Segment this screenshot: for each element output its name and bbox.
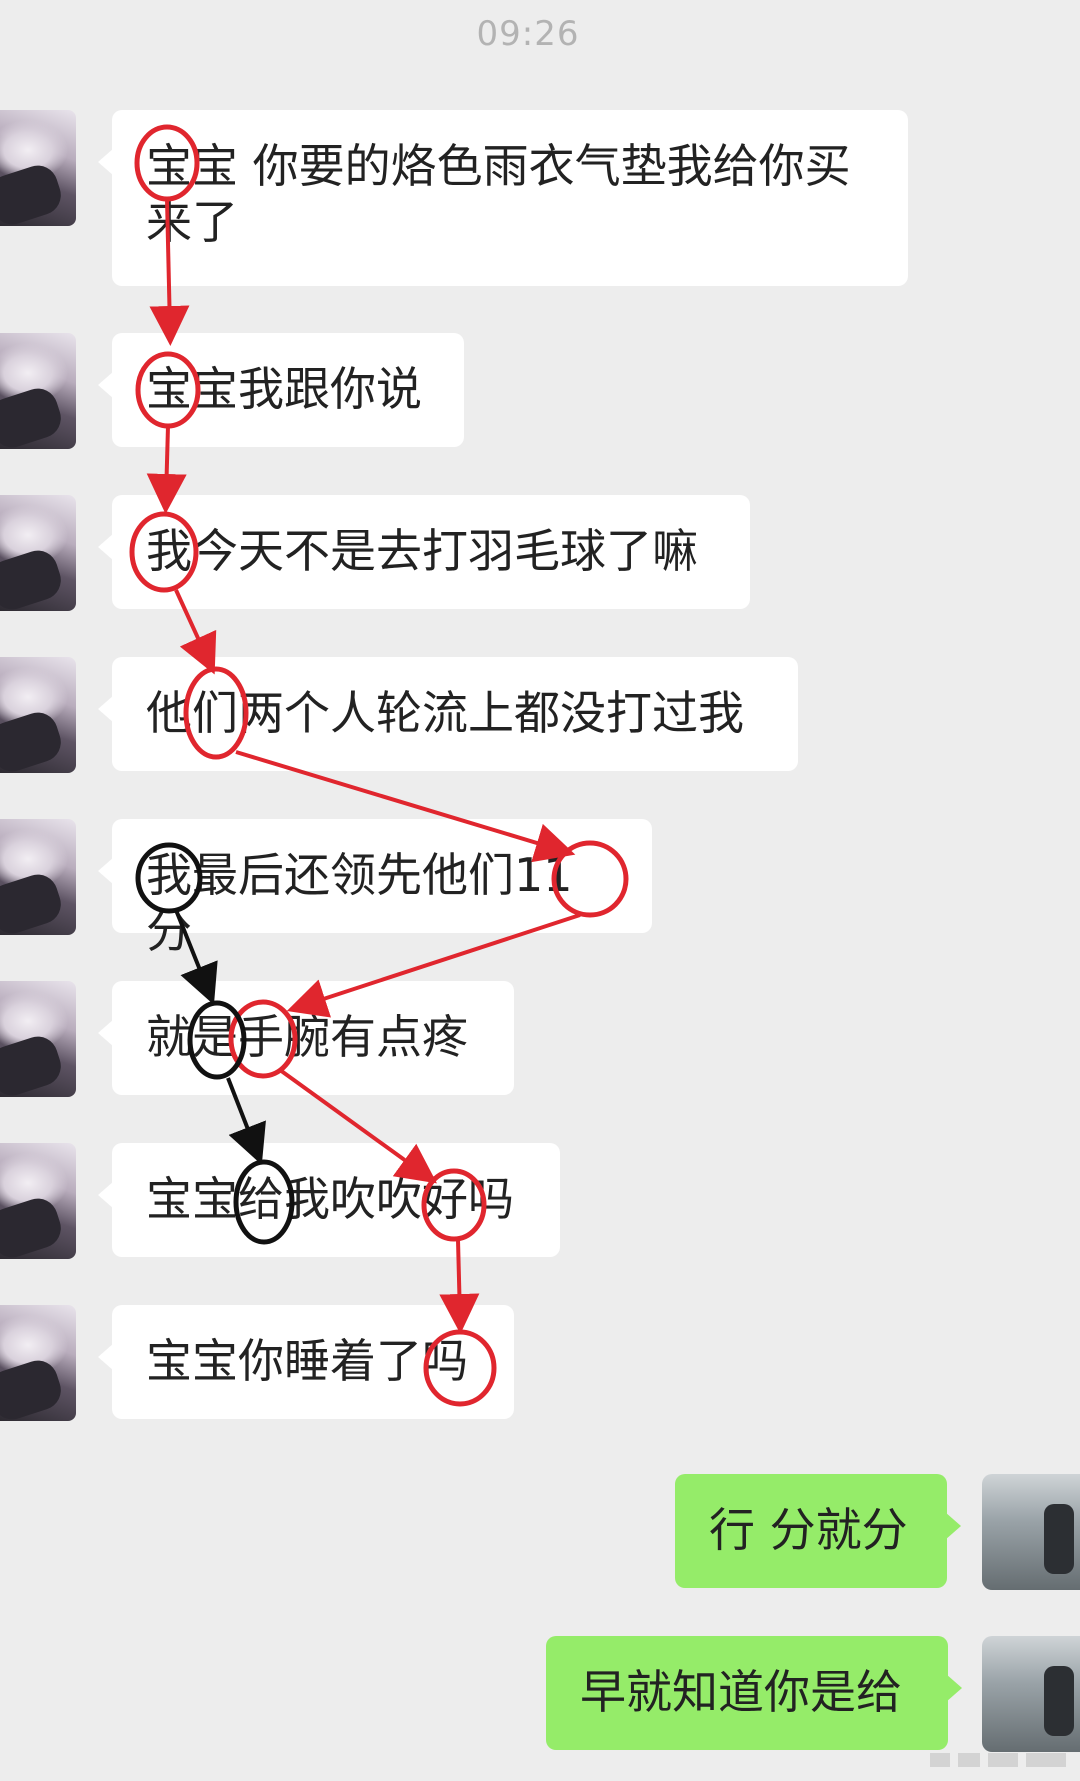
watermark-logo bbox=[930, 1753, 1066, 1767]
received-message-bubble[interactable]: 我今天不是去打羽毛球了嘛 bbox=[98, 495, 750, 609]
received-message-bubble[interactable]: 宝宝 你要的烙色雨衣气垫我给你买来了 bbox=[98, 110, 908, 286]
sent-message-bubble[interactable]: 行 分就分 bbox=[675, 1474, 961, 1588]
received-message-bubble[interactable]: 宝宝你睡着了吗 bbox=[98, 1305, 514, 1419]
received-message-bubble[interactable]: 我最后还领先他们11分 bbox=[98, 819, 652, 958]
message-text: 就是手腕有点疼 bbox=[146, 1010, 468, 1064]
sent-message-bubble[interactable]: 早就知道你是给 bbox=[546, 1636, 962, 1750]
contact-avatar[interactable] bbox=[0, 1143, 76, 1259]
message-text: 宝宝你睡着了吗 bbox=[146, 1334, 468, 1388]
contact-avatar[interactable] bbox=[0, 981, 76, 1097]
contact-avatar[interactable] bbox=[0, 657, 76, 773]
received-message-bubble[interactable]: 宝宝给我吹吹好吗 bbox=[98, 1143, 560, 1257]
message-text: 宝宝给我吹吹好吗 bbox=[146, 1172, 514, 1226]
contact-avatar[interactable] bbox=[0, 333, 76, 449]
contact-avatar[interactable] bbox=[0, 819, 76, 935]
message-text: 早就知道你是给 bbox=[580, 1665, 902, 1719]
contact-avatar[interactable] bbox=[0, 1305, 76, 1421]
user-avatar[interactable] bbox=[982, 1636, 1080, 1752]
message-text: 宝宝我跟你说 bbox=[146, 362, 422, 416]
message-timestamp: 09:26 bbox=[476, 14, 580, 54]
received-message-bubble[interactable]: 他们两个人轮流上都没打过我 bbox=[98, 657, 798, 771]
received-message-bubble[interactable]: 宝宝我跟你说 bbox=[98, 333, 464, 447]
message-text: 行 分就分 bbox=[709, 1503, 908, 1557]
message-text: 宝宝 你要的烙色雨衣气垫我给你买来了 bbox=[146, 139, 851, 249]
user-avatar[interactable] bbox=[982, 1474, 1080, 1590]
received-message-bubble[interactable]: 就是手腕有点疼 bbox=[98, 981, 514, 1095]
contact-avatar[interactable] bbox=[0, 495, 76, 611]
message-text: 我今天不是去打羽毛球了嘛 bbox=[146, 524, 698, 578]
message-text: 他们两个人轮流上都没打过我 bbox=[146, 686, 744, 740]
contact-avatar[interactable] bbox=[0, 110, 76, 226]
message-text: 我最后还领先他们11分 bbox=[146, 848, 573, 958]
